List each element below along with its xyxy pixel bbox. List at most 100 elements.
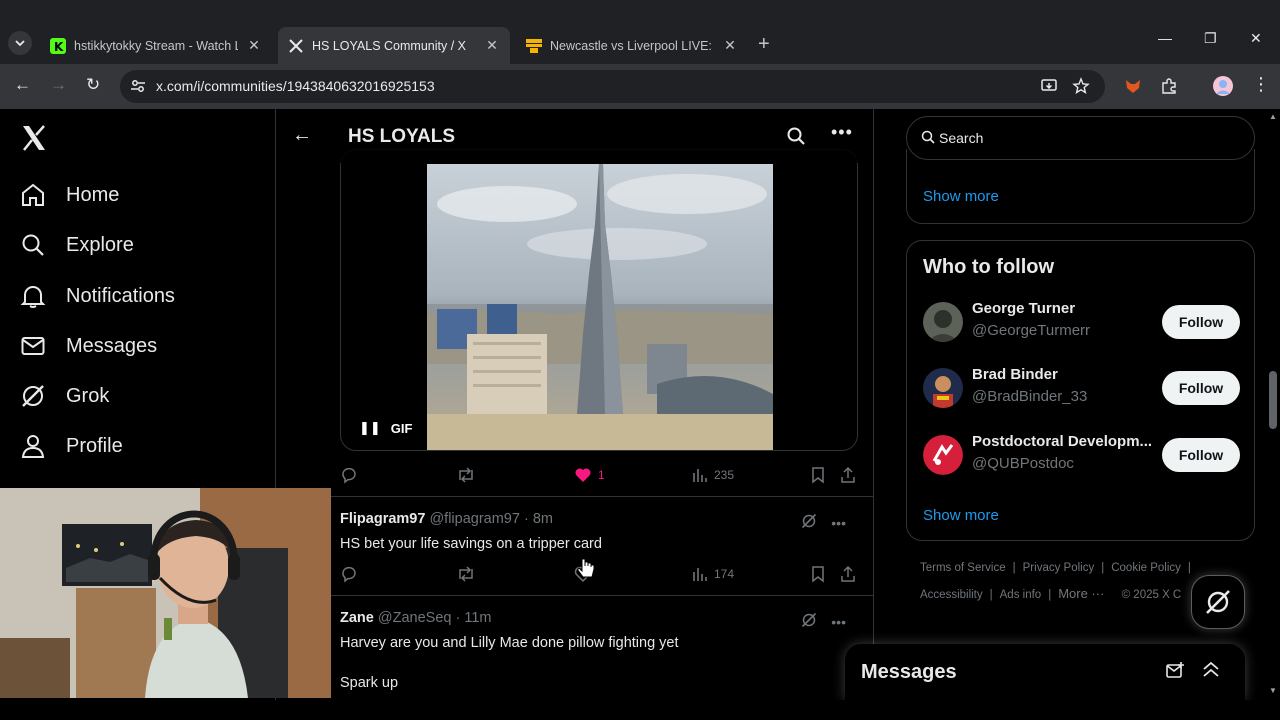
close-icon[interactable]: ✕ xyxy=(484,37,500,54)
more-options-icon[interactable]: ••• xyxy=(831,614,846,630)
follow-button[interactable]: Follow xyxy=(1162,371,1240,405)
nav-home[interactable]: Home xyxy=(20,175,119,215)
tab-kick-stream[interactable]: K hstikkytokky Stream - Watch Li... ✕ xyxy=(40,27,272,64)
new-message-icon[interactable] xyxy=(1165,661,1185,686)
post-time[interactable]: 8m xyxy=(533,511,553,527)
star-icon[interactable] xyxy=(1072,77,1090,100)
site-info-icon[interactable] xyxy=(130,78,146,99)
cookie-link[interactable]: Cookie Policy xyxy=(1111,562,1181,574)
more-options-icon[interactable]: ••• xyxy=(831,122,853,143)
profile-avatar-icon[interactable] xyxy=(1212,75,1234,102)
avatar[interactable] xyxy=(923,435,963,475)
nav-notifications[interactable]: Notifications xyxy=(20,276,175,316)
restore-button[interactable]: ❐ xyxy=(1204,30,1217,47)
reload-icon[interactable]: ↻ xyxy=(86,75,100,95)
more-options-icon[interactable]: ••• xyxy=(831,515,846,531)
news-icon xyxy=(526,38,542,54)
install-app-icon[interactable] xyxy=(1040,77,1058,100)
minimize-button[interactable]: — xyxy=(1158,30,1172,46)
who-to-follow-box: Who to follow George Turner @GeorgeTurme… xyxy=(906,240,1255,541)
accessibility-link[interactable]: Accessibility xyxy=(920,589,983,601)
follow-button[interactable]: Follow xyxy=(1162,438,1240,472)
views-button[interactable]: 174 xyxy=(692,566,734,582)
nav-label: Messages xyxy=(66,334,158,357)
back-arrow-icon[interactable]: ← xyxy=(292,124,312,147)
post-author-handle[interactable]: @ZaneSeq xyxy=(378,610,452,626)
suggestion-name[interactable]: George Turner xyxy=(972,300,1075,317)
person-icon xyxy=(20,433,46,459)
show-more-link[interactable]: Show more xyxy=(923,188,999,205)
trends-box: Show more xyxy=(906,149,1255,224)
pause-icon[interactable]: ❚❚ xyxy=(359,420,381,436)
browser-tab-strip: K hstikkytokky Stream - Watch Li... ✕ HS… xyxy=(0,0,1280,64)
post-author-handle[interactable]: @flipagram97 xyxy=(429,511,519,527)
follow-button[interactable]: Follow xyxy=(1162,305,1240,339)
x-logo-icon[interactable] xyxy=(20,124,48,159)
suggestion-handle[interactable]: @QUBPostdoc xyxy=(972,455,1074,472)
suggestion-name[interactable]: Brad Binder xyxy=(972,366,1058,383)
terms-link[interactable]: Terms of Service xyxy=(920,562,1006,574)
page-scrollbar[interactable]: ▲ ▼ xyxy=(1266,109,1280,700)
search-icon[interactable] xyxy=(786,126,806,151)
post-actions: 1 235 xyxy=(340,463,858,487)
forward-arrow-icon[interactable]: → xyxy=(50,75,67,95)
scrollbar-thumb[interactable] xyxy=(1269,371,1277,429)
tab-search-button[interactable] xyxy=(8,31,32,55)
post-zane[interactable]: Zane @ZaneSeq · 11m ••• Harvey are you a… xyxy=(340,610,860,693)
nav-explore[interactable]: Explore xyxy=(20,225,134,265)
grok-icon[interactable] xyxy=(801,513,817,532)
grok-icon[interactable] xyxy=(801,612,817,631)
post-flipagram97[interactable]: Flipagram97 @flipagram97 · 8m ••• HS bet… xyxy=(340,511,860,554)
back-arrow-icon[interactable]: ← xyxy=(14,75,31,95)
follow-suggestion[interactable]: George Turner @GeorgeTurmerr Follow xyxy=(923,300,1243,344)
post-author-name[interactable]: Flipagram97 xyxy=(340,511,425,527)
reply-icon[interactable] xyxy=(340,565,358,583)
repost-icon[interactable] xyxy=(456,565,476,583)
extension-fox-icon[interactable] xyxy=(1124,77,1142,100)
like-button[interactable]: 1 xyxy=(574,466,605,484)
nav-grok[interactable]: Grok xyxy=(20,376,109,416)
suggestion-handle[interactable]: @BradBinder_33 xyxy=(972,388,1087,405)
avatar[interactable] xyxy=(923,302,963,342)
suggestion-name[interactable]: Postdoctoral Developm... xyxy=(972,433,1152,450)
new-tab-button[interactable]: + xyxy=(758,33,770,56)
share-icon[interactable] xyxy=(840,466,856,484)
bookmark-icon[interactable] xyxy=(810,466,826,484)
avatar[interactable] xyxy=(923,368,963,408)
close-icon[interactable]: ✕ xyxy=(246,37,262,54)
suggestion-handle[interactable]: @GeorgeTurmerr xyxy=(972,322,1090,339)
gif-controls[interactable]: ❚❚ GIF xyxy=(359,420,412,436)
follow-suggestion[interactable]: Brad Binder @BradBinder_33 Follow xyxy=(923,366,1243,410)
post-author-name[interactable]: Zane xyxy=(340,610,374,626)
reply-icon[interactable] xyxy=(340,466,358,484)
messages-drawer[interactable]: Messages xyxy=(845,644,1245,700)
post-header: Zane @ZaneSeq · 11m xyxy=(340,610,860,626)
repost-icon[interactable] xyxy=(456,466,476,484)
share-icon[interactable] xyxy=(840,565,856,583)
puzzle-icon[interactable] xyxy=(1160,77,1178,100)
follow-suggestion[interactable]: Postdoctoral Developm... @QUBPostdoc Fol… xyxy=(923,433,1243,477)
expand-drawer-icon[interactable] xyxy=(1202,660,1220,685)
gif-media[interactable]: ❚❚ GIF xyxy=(340,149,858,451)
privacy-link[interactable]: Privacy Policy xyxy=(1023,562,1095,574)
scroll-down-icon[interactable]: ▼ xyxy=(1269,686,1277,695)
nav-messages[interactable]: Messages xyxy=(20,326,157,366)
show-more-link[interactable]: Show more xyxy=(923,507,999,524)
community-header: ← HS LOYALS ••• xyxy=(276,109,873,163)
more-link[interactable]: More ··· xyxy=(1058,586,1104,601)
browser-menu-icon[interactable]: ⋮ xyxy=(1252,74,1270,95)
scroll-up-icon[interactable]: ▲ xyxy=(1269,112,1277,121)
bookmark-icon[interactable] xyxy=(810,565,826,583)
nav-profile[interactable]: Profile xyxy=(20,426,123,466)
post-text: HS bet your life savings on a tripper ca… xyxy=(340,536,602,552)
grok-floating-button[interactable] xyxy=(1191,575,1245,629)
views-button[interactable]: 235 xyxy=(692,467,734,483)
tab-newcastle-liverpool[interactable]: Newcastle vs Liverpool LIVE: Pre... ✕ xyxy=(516,27,748,64)
close-window-button[interactable]: ✕ xyxy=(1250,30,1262,47)
post-time[interactable]: 11m xyxy=(464,610,491,626)
tab-hs-loyals[interactable]: HS LOYALS Community / X ✕ xyxy=(278,27,510,64)
ads-info-link[interactable]: Ads info xyxy=(1000,589,1042,601)
close-icon[interactable]: ✕ xyxy=(722,37,738,54)
address-bar[interactable]: x.com/i/communities/1943840632016925153 xyxy=(120,70,1105,103)
gif-image[interactable] xyxy=(427,164,773,450)
